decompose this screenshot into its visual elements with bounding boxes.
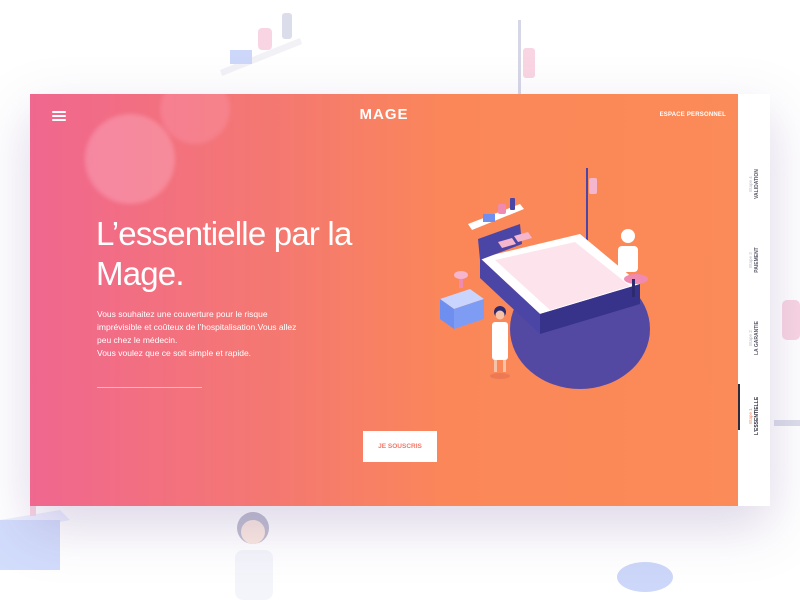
description-line: peu chez le médecin. — [97, 335, 178, 345]
page-title: L’essentielle par la Mage. — [96, 215, 352, 292]
step-paiement[interactable]: Etape 3 PAIEMENT — [738, 220, 770, 300]
hospital-illustration — [440, 168, 650, 389]
description-line: Vous souhaitez une couverture pour le ri… — [97, 309, 268, 319]
background-stool-illustration — [774, 300, 800, 426]
step-la-garantie[interactable]: Etape 2 LA GARANTIE — [738, 298, 770, 378]
step-title: L’ESSENTIELLE — [754, 396, 760, 436]
decorative-blob — [85, 114, 175, 204]
step-validation[interactable]: Etape 4 VALIDATION — [738, 144, 770, 224]
logo[interactable]: MAGE — [30, 106, 738, 123]
step-title: LA GARANTIE — [754, 321, 760, 355]
step-number: Etape 2 — [748, 330, 753, 346]
step-l-essentielle[interactable]: Etape 1 L’ESSENTIELLE — [738, 376, 770, 456]
description-line: Vous voulez que ce soit simple et rapide… — [97, 348, 252, 358]
background-shelf-illustration — [220, 13, 302, 76]
divider — [97, 387, 202, 388]
background-iv-stand-illustration — [518, 20, 535, 100]
hero-section: MAGE ESPACE PERSONNEL L’essentielle par … — [30, 94, 738, 506]
background-floor-circle — [617, 562, 673, 592]
espace-personnel-link[interactable]: ESPACE PERSONNEL — [660, 112, 726, 118]
step-number: Etape 1 — [748, 408, 753, 424]
step-title: PAIEMENT — [754, 247, 760, 273]
background-nightstand-illustration — [0, 500, 70, 570]
steps-sidebar: Etape 4 VALIDATION Etape 3 PAIEMENT Etap… — [738, 94, 770, 506]
description-line: imprévisible et coûteux de l’hospitalisa… — [97, 322, 297, 332]
background-doctor-illustration — [235, 512, 273, 600]
step-number: Etape 3 — [748, 252, 753, 268]
step-title: VALIDATION — [754, 169, 760, 199]
active-step-indicator — [738, 384, 740, 430]
hero-description: Vous souhaitez une couverture pour le ri… — [97, 308, 337, 360]
main-card: MAGE ESPACE PERSONNEL L’essentielle par … — [30, 94, 770, 506]
je-souscris-button[interactable]: JE SOUSCRIS — [363, 431, 437, 462]
step-number: Etape 4 — [748, 176, 753, 192]
